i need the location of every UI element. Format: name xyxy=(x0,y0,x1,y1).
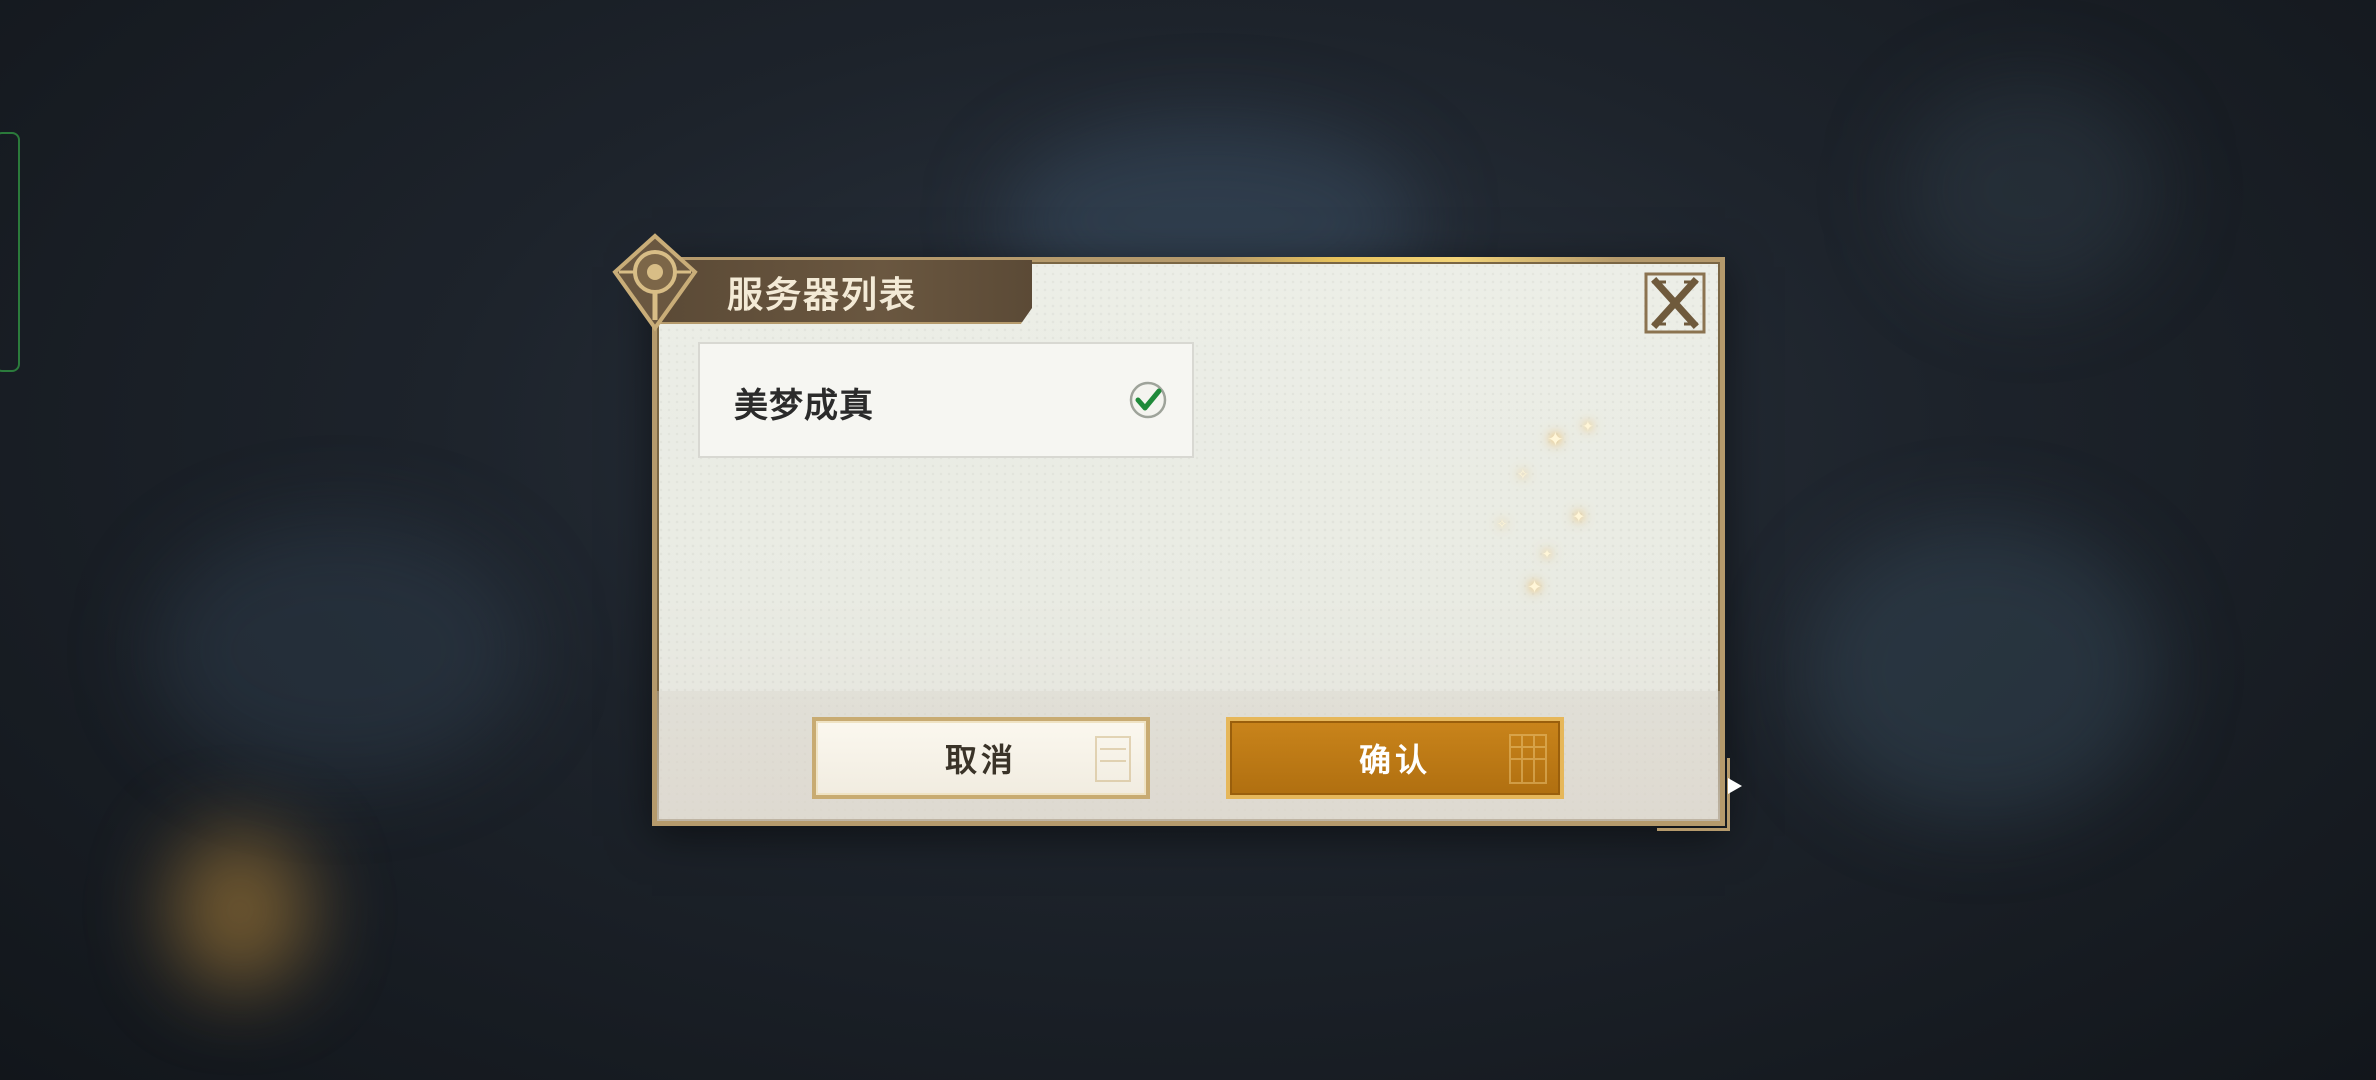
frame-accent xyxy=(1217,257,1617,262)
button-decoration xyxy=(1095,736,1131,782)
compass-emblem-icon xyxy=(612,233,698,332)
background-light xyxy=(170,830,310,990)
play-arrow-icon xyxy=(1728,778,1742,794)
background-blur xyxy=(150,520,530,780)
confirm-button[interactable]: 确认 xyxy=(1226,717,1564,799)
background-blur xyxy=(1900,80,2160,300)
close-x-icon xyxy=(1644,272,1706,334)
dialog-title: 服务器列表 xyxy=(727,275,918,316)
server-name: 美梦成真 xyxy=(734,386,874,426)
game-background: ✦ ✦ ✧ ✦ ✧ ✦ ✦ 服务器列表 美梦成真 取消 确认 xyxy=(0,0,2376,1080)
cancel-button-label: 取消 xyxy=(944,741,1017,779)
side-edge-tab[interactable] xyxy=(0,132,20,372)
check-circle-icon xyxy=(1129,381,1167,419)
button-decoration xyxy=(1509,734,1547,784)
cancel-button[interactable]: 取消 xyxy=(812,717,1150,799)
server-list-item[interactable]: 美梦成真 xyxy=(698,342,1194,458)
close-button[interactable] xyxy=(1644,272,1706,334)
background-blur xyxy=(1800,520,2160,820)
frame-corner-decoration xyxy=(1657,758,1730,831)
sparkle-effect: ✦ ✦ ✧ ✦ ✧ ✦ ✦ xyxy=(1497,419,1594,598)
confirm-button-label: 确认 xyxy=(1358,741,1431,779)
